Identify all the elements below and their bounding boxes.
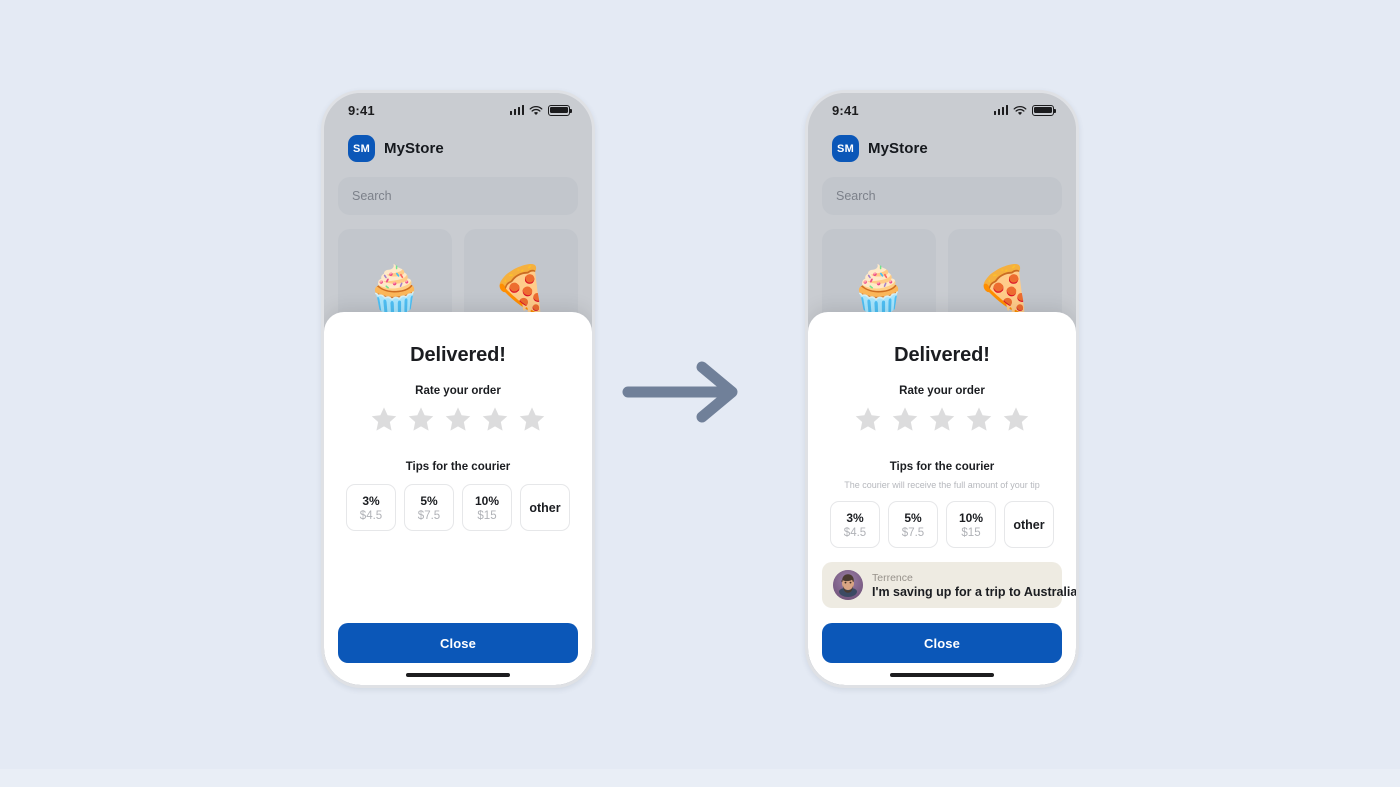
delivered-modal-sheet: Delivered! Rate your order Tips for the … <box>324 312 592 685</box>
modal-title: Delivered! <box>410 344 506 366</box>
tip-option-button[interactable]: 10% $15 <box>946 501 996 548</box>
status-bar-icons <box>993 104 1056 116</box>
status-bar: 9:41 <box>324 93 592 127</box>
rating-label: Rate your order <box>415 385 501 397</box>
tip-other-button[interactable]: other <box>520 484 570 531</box>
modal-footer: Close <box>808 623 1076 673</box>
tip-options-row: 3% $4.5 5% $7.5 10% $15 other <box>808 501 1076 548</box>
star-icon[interactable] <box>518 405 546 433</box>
search-input[interactable]: Search <box>822 177 1062 215</box>
battery-full-icon <box>548 104 572 116</box>
tip-option-button[interactable]: 5% $7.5 <box>404 484 454 531</box>
status-bar-time: 9:41 <box>348 102 375 118</box>
phone-mockup-before: 9:41 SM MyStore Search 🧁 🍕 Delivered! Ra… <box>321 90 595 688</box>
tip-amount: $4.5 <box>359 509 383 522</box>
star-rating-control[interactable] <box>808 405 1076 433</box>
tip-amount: $15 <box>961 526 981 539</box>
tip-options-row: 3% $4.5 5% $7.5 10% $15 other <box>324 484 592 531</box>
status-bar-icons <box>509 104 572 116</box>
phone-mockup-after: 9:41 SM MyStore Search 🧁 🍕 Delivered! Ra… <box>805 90 1079 688</box>
tip-percent: 10% <box>958 510 984 525</box>
phone-screen: 9:41 SM MyStore Search 🧁 🍕 Delivered! Ra… <box>808 93 1076 685</box>
courier-avatar-photo <box>833 570 863 600</box>
tip-option-button[interactable]: 10% $15 <box>462 484 512 531</box>
bottom-band <box>0 769 1400 787</box>
cellular-signal-icon <box>993 105 1008 115</box>
star-icon[interactable] <box>891 405 919 433</box>
rating-label: Rate your order <box>899 385 985 397</box>
tip-option-button[interactable]: 3% $4.5 <box>346 484 396 531</box>
star-rating-control[interactable] <box>324 405 592 433</box>
tip-amount: $15 <box>477 509 497 522</box>
tip-percent: 3% <box>362 493 380 508</box>
search-input[interactable]: Search <box>338 177 578 215</box>
cellular-signal-icon <box>509 105 524 115</box>
star-icon[interactable] <box>370 405 398 433</box>
close-button[interactable]: Close <box>822 623 1062 663</box>
cupcake-emoji: 🧁 <box>366 263 424 315</box>
search-placeholder: Search <box>352 189 392 203</box>
tip-percent: 10% <box>474 493 500 508</box>
store-name: MyStore <box>384 140 444 157</box>
courier-message-card: Terrence I'm saving up for a trip to Aus… <box>822 562 1076 608</box>
star-icon[interactable] <box>407 405 435 433</box>
wifi-icon <box>1013 105 1027 115</box>
tips-label: Tips for the courier <box>405 461 511 473</box>
tip-option-button[interactable]: 3% $4.5 <box>830 501 880 548</box>
app-header: SM MyStore <box>324 127 592 167</box>
tip-amount: $7.5 <box>417 509 441 522</box>
arrow-right-icon <box>622 361 738 423</box>
star-icon[interactable] <box>444 405 472 433</box>
home-indicator <box>406 673 510 677</box>
phone-screen: 9:41 SM MyStore Search 🧁 🍕 Delivered! Ra… <box>324 93 592 685</box>
tips-note: The courier will receive the full amount… <box>844 480 1040 490</box>
star-icon[interactable] <box>481 405 509 433</box>
tip-other-button[interactable]: other <box>1004 501 1054 548</box>
status-bar: 9:41 <box>808 93 1076 127</box>
pizza-emoji: 🍕 <box>492 263 550 315</box>
tip-option-button[interactable]: 5% $7.5 <box>888 501 938 548</box>
pizza-emoji: 🍕 <box>976 263 1034 315</box>
page-background: 9:41 SM MyStore Search 🧁 🍕 Delivered! Ra… <box>0 0 1400 787</box>
cupcake-emoji: 🧁 <box>850 263 908 315</box>
store-logo-badge: SM <box>832 135 859 162</box>
tip-amount: $4.5 <box>843 526 867 539</box>
home-indicator <box>890 673 994 677</box>
star-icon[interactable] <box>854 405 882 433</box>
status-bar-time: 9:41 <box>832 102 859 118</box>
app-header: SM MyStore <box>808 127 1076 167</box>
courier-message: I'm saving up for a trip to Australia <box>872 584 1076 599</box>
courier-name: Terrence <box>872 571 913 584</box>
modal-title: Delivered! <box>894 344 990 366</box>
tip-percent: 3% <box>846 510 864 525</box>
delivered-modal-sheet: Delivered! Rate your order Tips for the … <box>808 312 1076 685</box>
store-logo-badge: SM <box>348 135 375 162</box>
wifi-icon <box>529 105 543 115</box>
tip-other-label: other <box>529 500 561 515</box>
close-button[interactable]: Close <box>338 623 578 663</box>
search-placeholder: Search <box>836 189 876 203</box>
store-name: MyStore <box>868 140 928 157</box>
tip-other-label: other <box>1013 517 1045 532</box>
modal-footer: Close <box>324 623 592 673</box>
star-icon[interactable] <box>1002 405 1030 433</box>
tip-percent: 5% <box>420 493 438 508</box>
tip-amount: $7.5 <box>901 526 925 539</box>
star-icon[interactable] <box>928 405 956 433</box>
battery-full-icon <box>1032 104 1056 116</box>
tip-percent: 5% <box>904 510 922 525</box>
courier-message-text: Terrence I'm saving up for a trip to Aus… <box>872 571 1076 599</box>
star-icon[interactable] <box>965 405 993 433</box>
tips-label: Tips for the courier <box>889 461 995 473</box>
